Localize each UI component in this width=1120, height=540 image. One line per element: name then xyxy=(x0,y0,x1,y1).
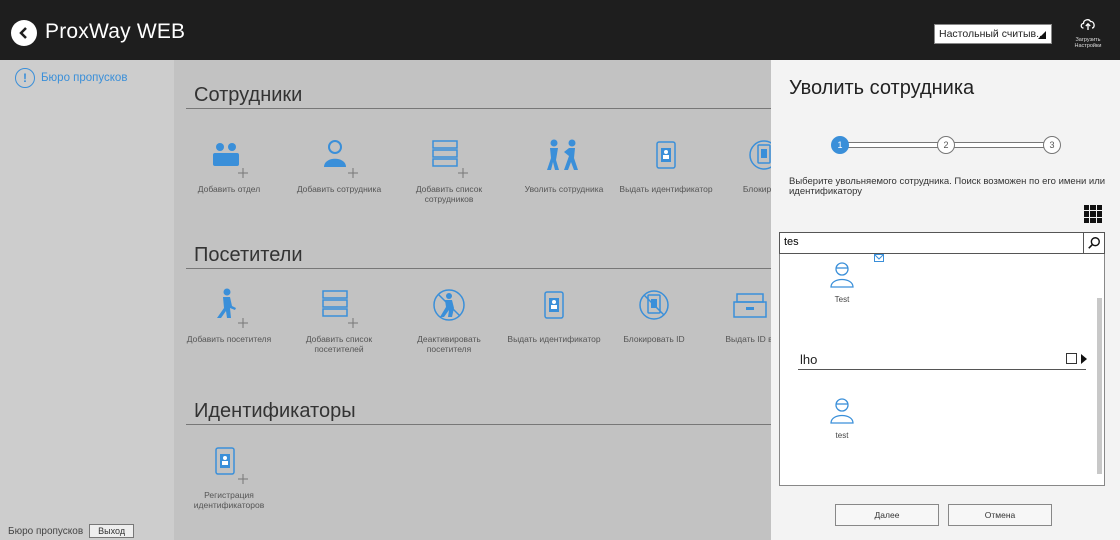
tile-label: Добавить список сотрудников xyxy=(415,184,483,204)
tile-label: Блокирова xyxy=(742,184,771,194)
id-badge-icon xyxy=(532,288,576,330)
main-content: Сотрудники Добавить отдел Добавить сотру… xyxy=(174,60,771,540)
tile-label: Добавить сотрудника xyxy=(296,184,382,194)
tile-label: Добавить посетителя xyxy=(186,334,272,344)
result-group-header[interactable]: lho xyxy=(798,350,1087,370)
step-connector xyxy=(847,142,940,148)
panel-title: Уволить сотрудника xyxy=(789,77,975,99)
section-divider xyxy=(186,268,771,269)
tile-issue-id-in[interactable]: Выдать ID в xyxy=(699,288,771,344)
tile-add-visitor[interactable]: Добавить посетителя xyxy=(179,288,279,344)
search-icon xyxy=(1088,237,1100,249)
result-person-name: Test xyxy=(834,295,850,304)
id-badge-icon xyxy=(207,444,251,486)
add-employee-icon xyxy=(317,138,361,180)
tile-label: Регистрация идентификаторов xyxy=(193,490,265,510)
tile-issue-identifier[interactable]: Выдать идентификатор xyxy=(616,138,716,194)
tile-label: Уволить сотрудника xyxy=(524,184,604,194)
search-results-list: Test lho test xyxy=(779,254,1105,486)
list-icon xyxy=(317,288,361,330)
tile-add-department[interactable]: Добавить отдел xyxy=(179,138,279,194)
tile-register-identifiers[interactable]: Регистрация идентификаторов xyxy=(179,444,279,510)
search-button[interactable] xyxy=(1083,233,1104,253)
tile-dismiss-employee[interactable]: Уволить сотрудника xyxy=(514,138,614,194)
result-person-name: test xyxy=(835,431,849,440)
group-checkbox[interactable] xyxy=(1066,353,1077,364)
block-id-icon xyxy=(742,138,771,180)
tile-label: Выдать идентификатор xyxy=(619,184,713,194)
wizard-stepper: 1 2 3 xyxy=(831,136,1061,156)
section-divider xyxy=(186,424,771,425)
current-role-label: Бюро пропусков xyxy=(8,525,84,537)
person-icon xyxy=(830,262,854,288)
tile-add-employee[interactable]: Добавить сотрудника xyxy=(289,138,389,194)
tile-label: Выдать идентификатор xyxy=(507,334,601,344)
search-input[interactable]: tes xyxy=(779,232,1105,254)
top-bar: ProxWay WEB Настольный считыв... Загрузи… xyxy=(0,0,1120,60)
next-button[interactable]: Далее xyxy=(835,504,939,526)
sidebar-item-pass-office[interactable]: ! Бюро пропусков xyxy=(15,68,127,88)
result-person[interactable]: Test xyxy=(812,260,872,304)
grid-view-icon[interactable] xyxy=(1084,205,1102,223)
person-icon xyxy=(830,398,854,424)
reader-select[interactable]: Настольный считыв... xyxy=(934,24,1052,44)
section-title-employees: Сотрудники xyxy=(194,84,303,106)
dropdown-arrow-icon xyxy=(1038,31,1046,39)
tile-label: Выдать ID в xyxy=(725,334,771,344)
results-scrollbar[interactable] xyxy=(1097,298,1102,474)
result-group-name: lho xyxy=(800,352,818,367)
card-box-icon xyxy=(727,288,771,330)
chevron-left-icon xyxy=(19,27,27,39)
sidebar-item-label: Бюро пропусков xyxy=(41,72,128,84)
cloud-upload-icon xyxy=(1080,19,1095,30)
tile-deactivate-visitor[interactable]: Деактивировать посетителя xyxy=(399,288,499,354)
deactivate-visitor-icon xyxy=(427,288,471,330)
step-connector xyxy=(953,142,1046,148)
search-input-value: tes xyxy=(784,236,799,248)
sidebar: ! Бюро пропусков Бюро пропусков Выход xyxy=(0,60,174,540)
block-id-icon xyxy=(632,288,676,330)
tile-label: Деактивировать посетителя xyxy=(417,334,481,354)
tile-add-visitor-list[interactable]: Добавить список посетителей xyxy=(289,288,389,354)
tile-block-id[interactable]: Блокировать ID xyxy=(604,288,704,344)
section-divider xyxy=(186,108,771,109)
add-visitor-icon xyxy=(207,288,251,330)
tile-issue-visitor-identifier[interactable]: Выдать идентификатор xyxy=(504,288,604,344)
step-1: 1 xyxy=(831,136,849,154)
cancel-button[interactable]: Отмена xyxy=(948,504,1052,526)
section-title-visitors: Посетители xyxy=(194,244,303,266)
sidebar-footer: Бюро пропусков Выход xyxy=(8,524,135,538)
upload-settings-button[interactable]: Загрузить Настройки xyxy=(1068,16,1108,49)
tile-label: Добавить список посетителей xyxy=(305,334,373,354)
info-icon: ! xyxy=(15,68,35,88)
step-2: 2 xyxy=(937,136,955,154)
id-badge-icon xyxy=(644,138,688,180)
reader-select-value: Настольный считыв... xyxy=(939,28,1045,40)
tile-label: Блокировать ID xyxy=(623,334,685,344)
tile-label: Добавить отдел xyxy=(197,184,261,194)
result-person[interactable]: test xyxy=(812,396,872,440)
app-title: ProxWay WEB xyxy=(45,20,186,43)
back-button[interactable] xyxy=(11,20,37,46)
section-title-identifiers: Идентификаторы xyxy=(194,400,356,422)
list-icon xyxy=(427,138,471,180)
dismiss-employee-panel: Уволить сотрудника 1 2 3 Выберите увольн… xyxy=(771,60,1120,540)
add-department-icon xyxy=(207,138,251,180)
tile-add-employee-list[interactable]: Добавить список сотрудников xyxy=(399,138,499,204)
expand-arrow-icon[interactable] xyxy=(1081,354,1087,364)
tile-block-employee[interactable]: Блокирова xyxy=(714,138,771,194)
instruction-text: Выберите увольняемого сотрудника. Поиск … xyxy=(789,176,1106,197)
step-3: 3 xyxy=(1043,136,1061,154)
checkmark-icon xyxy=(874,254,884,262)
logout-button[interactable]: Выход xyxy=(89,524,135,538)
dismiss-employee-icon xyxy=(542,138,586,180)
upload-settings-label-2: Настройки xyxy=(1074,43,1102,49)
